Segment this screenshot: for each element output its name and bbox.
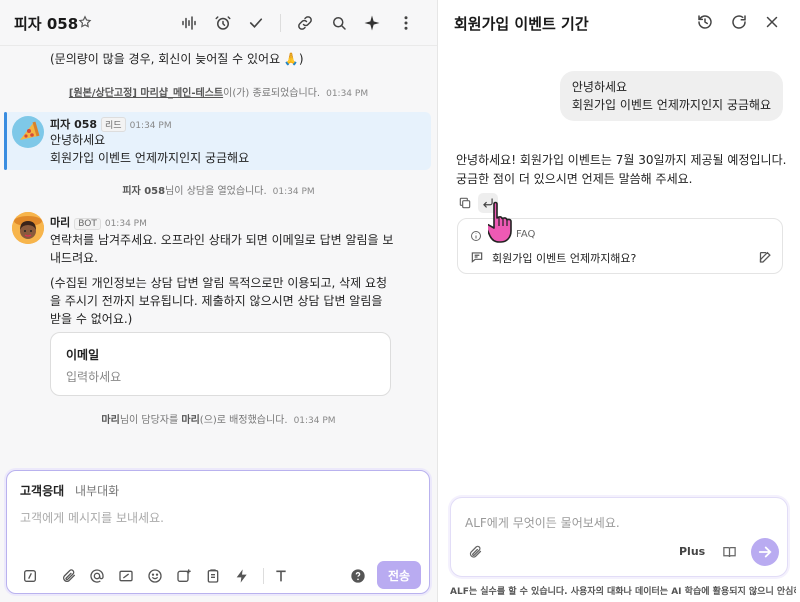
search-icon[interactable] [330,14,348,32]
mention-icon[interactable] [89,568,105,584]
faq-label: FAQ [516,229,536,240]
header-divider [280,14,281,32]
alf-title: 회원가입 이벤트 기간 [454,15,589,33]
attachment-icon[interactable] [468,544,483,559]
tab-internal[interactable]: 내부대화 [75,482,119,499]
system-name: 마리 [101,415,120,426]
system-time: 01:34 PM [293,416,336,426]
system-message-opened: 피자 058님이 상담을 열었습니다. 01:34 PM [0,182,437,197]
user-question-bubble: 안녕하세요 회원가입 이벤트 언제까지인지 궁금해요 [559,71,783,121]
system-time: 01:34 PM [272,187,315,197]
bot-message-tail: (문의량이 많을 경우, 회신이 늦어질 수 있어요 🙏) [50,52,304,66]
command-icon[interactable] [22,568,38,584]
system-message-ended: [원본/상단고정] 마리샵_메인-테스트이(가) 종료되었습니다. 01:34 P… [0,84,437,99]
alarm-clock-icon[interactable] [214,14,232,32]
send-button[interactable]: 전송 [377,561,421,589]
system-message-assigned: 마리님이 담당자를 마리(으)로 배정했습니다. 01:34 PM [0,411,437,426]
star-icon[interactable] [78,15,92,29]
tab-customer[interactable]: 고객응대 [20,482,64,499]
system-name: 마리 [181,415,200,426]
message-time: 01:34 PM [129,121,172,131]
bubble-line: 회원가입 이벤트 언제까지인지 궁금해요 [571,98,771,112]
message-line: 안녕하세요 [50,133,106,147]
email-field[interactable]: 입력하세요 [66,368,121,385]
message-time: 01:34 PM [104,219,147,229]
history-icon[interactable] [696,13,714,31]
system-text: 이(가) 종료되었습니다. [223,88,321,99]
close-icon[interactable] [763,13,781,31]
clipboard-icon[interactable] [205,568,221,584]
system-text: (으)로 배정했습니다. [199,415,288,426]
toolbar-divider [263,568,264,584]
plus-mode-toggle[interactable]: Plus [679,545,705,558]
bot-badge: BOT [74,218,101,230]
bot-avatar [12,212,44,244]
alf-input-box: ALF에게 무엇이든 물어보세요. Plus [450,497,788,577]
alf-panel: 회원가입 이벤트 기간 안녕하세요 회원가입 이벤트 언제까지인지 궁금해요 안… [438,0,800,602]
chat-title: 피자 058 [14,15,79,33]
workflow-link[interactable]: [원본/상단고정] 마리샵_메인-테스트 [69,88,223,99]
sparkle-icon[interactable] [363,14,381,32]
system-time: 01:34 PM [326,89,369,99]
faq-item[interactable]: 회원가입 이벤트 언제까지해요? [492,250,636,266]
chat-header: 피자 058 [0,0,437,46]
lead-badge: 리드 [101,117,126,132]
email-form-card: 이메일 입력하세요 [50,332,391,396]
edit-icon[interactable] [758,249,773,264]
more-vertical-icon[interactable] [397,14,415,32]
copy-icon[interactable] [458,196,472,210]
highlight-bar [4,112,7,170]
customer-message[interactable]: 피자 058 리드 01:34 PM 안녕하세요 회원가입 이벤트 언제까지인지 궁… [4,112,431,170]
attachment-icon[interactable] [61,568,77,584]
book-icon[interactable] [722,544,737,559]
alf-input[interactable]: ALF에게 무엇이든 물어보세요. [465,514,620,531]
alf-answer-line: 안녕하세요! 회원가입 이벤트는 7월 30일까지 제공될 예정입니다. [456,153,787,167]
mouse-cursor-icon [485,200,518,246]
text-format-icon[interactable] [273,568,289,584]
sender-name: 피자 058 [50,118,98,131]
message-line: 을 주시기 전까지 보유됩니다. 제출하지 않으시면 상담 답변 알림을 [50,294,383,308]
message-line: 받을 수 없어요.) [50,312,133,326]
link-icon[interactable] [296,14,314,32]
sender-name: 마리 [50,216,71,229]
voice-wave-icon[interactable] [180,14,198,32]
arrow-right-icon [756,543,774,561]
check-icon[interactable] [247,14,265,32]
message-line: (수집된 개인정보는 상담 답변 알림 목적으로만 이용되고, 삭제 요청 [50,276,388,290]
chat-bubble-icon [470,250,484,264]
message-line: 연락처를 남겨주세요. 오프라인 상태가 되면 이메일로 답변 알림을 보 [50,233,394,247]
avatar [12,116,44,148]
alf-send-button[interactable] [751,538,779,566]
alf-header: 회원가입 이벤트 기간 [438,0,800,46]
add-sticker-icon[interactable] [176,568,192,584]
help-icon[interactable] [350,568,366,584]
form-icon[interactable] [118,568,134,584]
bot-message-meta: 마리 BOT 01:34 PM [50,214,147,230]
emoji-icon[interactable] [147,568,163,584]
email-label: 이메일 [66,348,100,362]
new-chat-icon[interactable] [730,13,748,31]
chat-pane: 피자 058 (문의량이 많을 경우, 회신이 늦어질 수 있어요 🙏) [원본… [0,0,438,602]
system-text: 님이 상담을 열었습니다. [165,186,267,197]
message-input[interactable]: 고객에게 메시지를 보내세요. [20,509,164,526]
message-meta: 피자 058 리드 01:34 PM [50,116,172,132]
system-name: 피자 058 [122,186,166,197]
message-line: 회원가입 이벤트 언제까지인지 궁금해요 [50,151,250,165]
alf-answer-line: 궁금한 점이 더 있으시면 언제든 말씀해 주세요. [456,172,693,186]
bubble-line: 안녕하세요 [571,80,628,94]
message-composer: 고객응대 내부대화 고객에게 메시지를 보내세요. 전송 [6,470,430,594]
message-line: 내드려요. [50,251,98,265]
alf-disclaimer: ALF는 실수를 할 수 있습니다. 사용자의 대화나 데이터는 AI 학습에 … [450,587,796,597]
lightning-icon[interactable] [234,568,250,584]
system-text: 님이 담당자를 [119,415,182,426]
info-icon [470,230,482,242]
